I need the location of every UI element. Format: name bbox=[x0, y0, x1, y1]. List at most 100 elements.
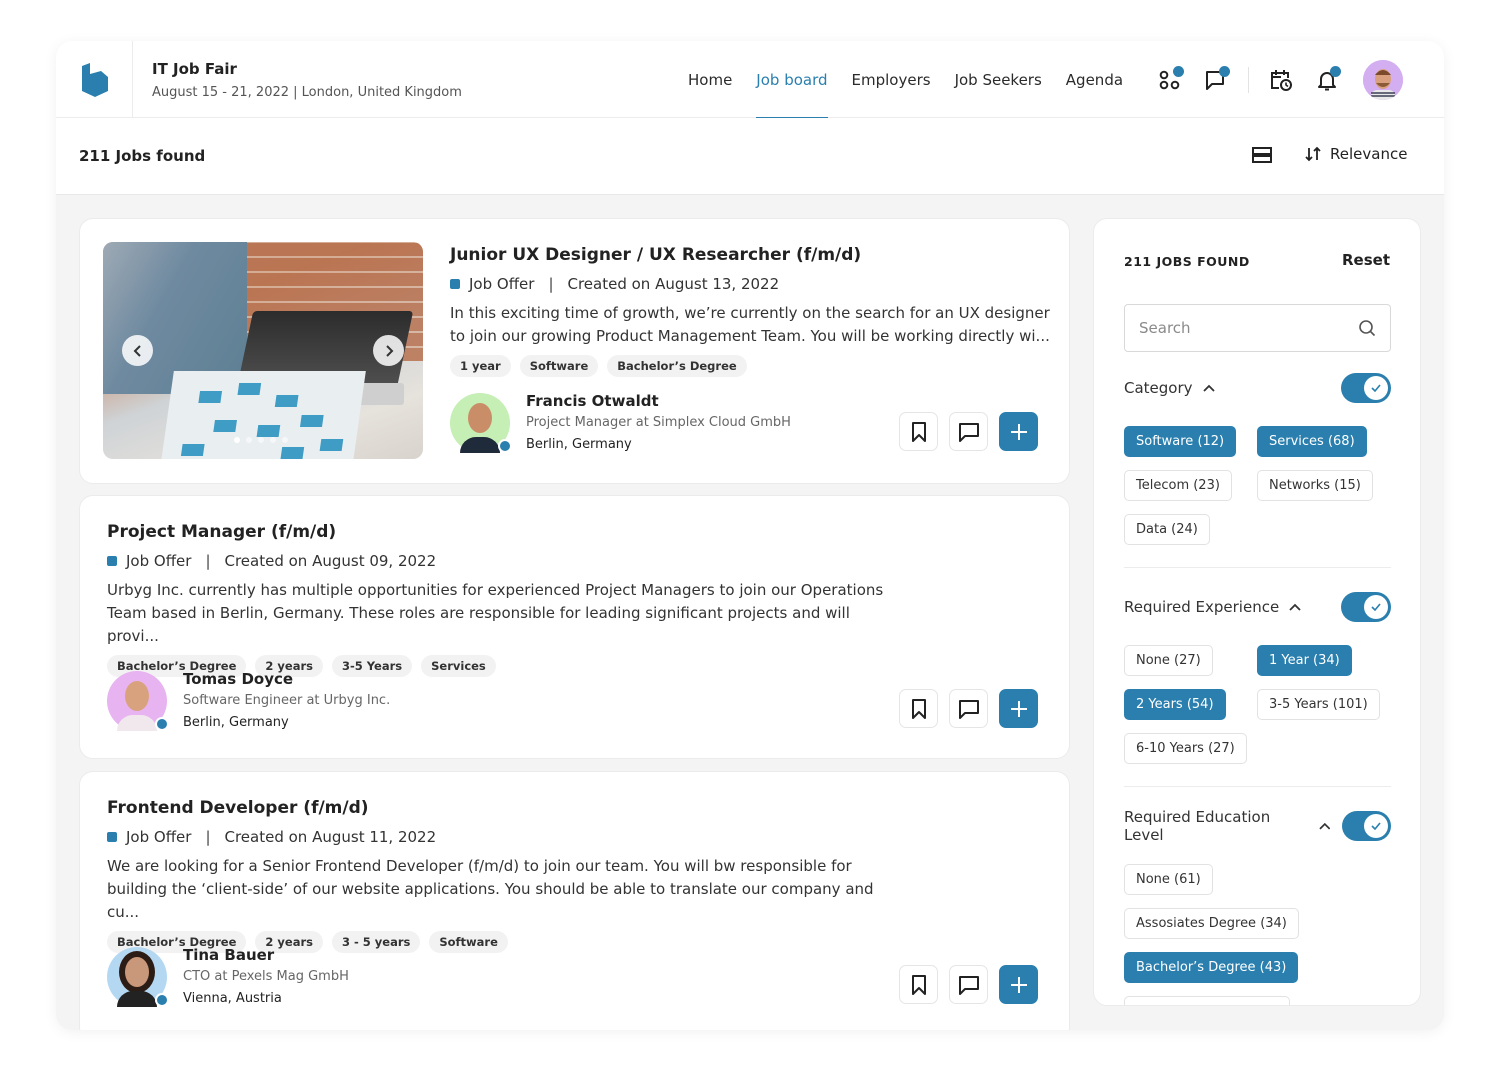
nav-job-seekers[interactable]: Job Seekers bbox=[943, 41, 1054, 118]
event-title: IT Job Fair bbox=[152, 60, 237, 78]
messages-button[interactable] bbox=[1202, 65, 1230, 94]
bookmark-button[interactable] bbox=[899, 689, 938, 728]
filter-section-education: Required Education Level None (61) Assos… bbox=[1124, 808, 1391, 1005]
tag[interactable]: Software bbox=[429, 931, 508, 953]
job-title[interactable]: Frontend Developer (f/m/d) bbox=[107, 797, 1047, 819]
filter-section-toggle[interactable]: Required Education Level bbox=[1124, 808, 1331, 844]
nav-employers[interactable]: Employers bbox=[840, 41, 943, 118]
message-button[interactable] bbox=[949, 412, 988, 451]
image-carousel bbox=[103, 242, 423, 459]
filter-section-title: Category bbox=[1124, 379, 1193, 397]
filter-chip[interactable]: None (27) bbox=[1124, 645, 1213, 676]
carousel-prev-button[interactable] bbox=[122, 335, 153, 366]
separator: | bbox=[205, 828, 211, 846]
filter-chip[interactable]: Assosiates Degree (34) bbox=[1124, 908, 1299, 939]
bookmark-button[interactable] bbox=[899, 965, 938, 1004]
filter-chip[interactable]: Data (24) bbox=[1124, 514, 1210, 545]
filter-section-toggle[interactable]: Category bbox=[1124, 379, 1215, 397]
apps-button[interactable] bbox=[1156, 65, 1184, 94]
filter-section-category: Category Software (12) Services (68) Tel… bbox=[1124, 372, 1391, 545]
carousel-dot[interactable] bbox=[258, 437, 264, 443]
filter-chip-partial[interactable] bbox=[1124, 996, 1290, 1005]
add-button[interactable] bbox=[999, 965, 1038, 1004]
tag[interactable]: 1 year bbox=[450, 355, 511, 377]
view-toggle-button[interactable] bbox=[1252, 147, 1272, 167]
job-description: We are looking for a Senior Frontend Dev… bbox=[107, 857, 874, 921]
add-button[interactable] bbox=[999, 412, 1038, 451]
agenda-button[interactable] bbox=[1267, 66, 1295, 94]
logo[interactable] bbox=[56, 41, 133, 118]
carousel-next-button[interactable] bbox=[373, 335, 404, 366]
experience-switch[interactable] bbox=[1341, 592, 1391, 622]
job-title[interactable]: Junior UX Designer / UX Researcher (f/m/… bbox=[450, 244, 1050, 266]
bookmark-button[interactable] bbox=[899, 412, 938, 451]
sort-dropdown[interactable]: Relevance bbox=[1304, 145, 1407, 163]
nav-job-board[interactable]: Job board bbox=[744, 41, 839, 119]
education-switch[interactable] bbox=[1342, 811, 1391, 841]
tag[interactable]: Services bbox=[421, 655, 496, 677]
carousel-dot[interactable] bbox=[246, 437, 252, 443]
filter-chip[interactable]: 6-10 Years (27) bbox=[1124, 733, 1247, 764]
list-view-icon bbox=[1252, 147, 1272, 163]
message-button[interactable] bbox=[949, 689, 988, 728]
bookmark-icon bbox=[911, 974, 926, 995]
top-navbar: IT Job Fair August 15 - 21, 2022 | Londo… bbox=[56, 41, 1444, 119]
filter-chip[interactable]: Bachelor’s Degree (43) bbox=[1124, 952, 1299, 983]
logo-icon bbox=[82, 62, 108, 97]
job-details: Junior UX Designer / UX Researcher (f/m/… bbox=[450, 244, 1050, 377]
filter-section-toggle[interactable]: Required Experience bbox=[1124, 598, 1301, 616]
job-meta: Job Offer | Created on August 09, 2022 bbox=[107, 551, 1047, 571]
notification-dot bbox=[1219, 65, 1230, 77]
filter-chip[interactable]: None (61) bbox=[1124, 864, 1213, 895]
job-card[interactable]: Junior UX Designer / UX Researcher (f/m/… bbox=[79, 218, 1070, 484]
carousel-dots bbox=[234, 437, 288, 443]
category-switch[interactable] bbox=[1341, 373, 1391, 403]
job-title[interactable]: Project Manager (f/m/d) bbox=[107, 521, 1047, 543]
header-icons bbox=[1156, 41, 1403, 118]
job-card[interactable]: Project Manager (f/m/d) Job Offer | Crea… bbox=[79, 495, 1070, 759]
divider bbox=[1248, 66, 1249, 93]
contact-location: Berlin, Germany bbox=[183, 715, 289, 730]
search-icon[interactable] bbox=[1358, 319, 1376, 337]
nav-agenda[interactable]: Agenda bbox=[1054, 41, 1135, 118]
job-type-marker bbox=[107, 556, 117, 566]
contact-person[interactable]: Francis Otwaldt Project Manager at Simpl… bbox=[450, 392, 791, 454]
add-button[interactable] bbox=[999, 689, 1038, 728]
job-actions bbox=[899, 965, 1038, 1004]
filter-search-input[interactable] bbox=[1139, 319, 1358, 337]
filter-chip[interactable]: Services (68) bbox=[1257, 426, 1367, 457]
divider bbox=[1124, 567, 1391, 568]
carousel-dot[interactable] bbox=[234, 437, 240, 443]
bookmark-icon bbox=[911, 698, 926, 719]
user-avatar[interactable] bbox=[1363, 59, 1403, 100]
carousel-dot[interactable] bbox=[270, 437, 276, 443]
filter-chip[interactable]: Networks (15) bbox=[1257, 470, 1373, 501]
filter-chip[interactable]: Software (12) bbox=[1124, 426, 1237, 457]
filter-chip[interactable]: 3-5 Years (101) bbox=[1257, 689, 1380, 720]
chat-icon bbox=[958, 422, 979, 442]
job-created-date: Created on August 09, 2022 bbox=[224, 552, 437, 570]
notification-dot bbox=[1330, 65, 1341, 77]
filter-chip[interactable]: Telecom (23) bbox=[1124, 470, 1232, 501]
filter-search-field[interactable] bbox=[1124, 304, 1391, 352]
contact-person[interactable]: Tomas Doyce Software Engineer at Urbyg I… bbox=[107, 670, 391, 732]
chevron-left-icon bbox=[133, 344, 141, 357]
nav-home[interactable]: Home bbox=[676, 41, 744, 118]
job-created-date: Created on August 13, 2022 bbox=[567, 275, 780, 293]
online-status-dot bbox=[155, 717, 169, 731]
chevron-up-icon bbox=[1289, 603, 1301, 611]
filter-chip[interactable]: 2 Years (54) bbox=[1124, 689, 1226, 720]
tag[interactable]: Bachelor’s Degree bbox=[607, 355, 747, 377]
job-card[interactable]: Frontend Developer (f/m/d) Job Offer | C… bbox=[79, 771, 1070, 1030]
carousel-dot[interactable] bbox=[282, 437, 288, 443]
job-actions bbox=[899, 412, 1038, 451]
notifications-button[interactable] bbox=[1313, 65, 1341, 94]
contact-person[interactable]: Tina Bauer CTO at Pexels Mag GmbH Vienna… bbox=[107, 946, 349, 1008]
plus-icon bbox=[1010, 700, 1027, 717]
avatar bbox=[450, 393, 512, 453]
filter-chip[interactable]: 1 Year (34) bbox=[1257, 645, 1352, 676]
message-button[interactable] bbox=[949, 965, 988, 1004]
tag[interactable]: Software bbox=[519, 355, 599, 377]
reset-filters-button[interactable]: Reset bbox=[1342, 251, 1390, 269]
contact-role: Software Engineer at Urbyg Inc. bbox=[183, 693, 391, 708]
